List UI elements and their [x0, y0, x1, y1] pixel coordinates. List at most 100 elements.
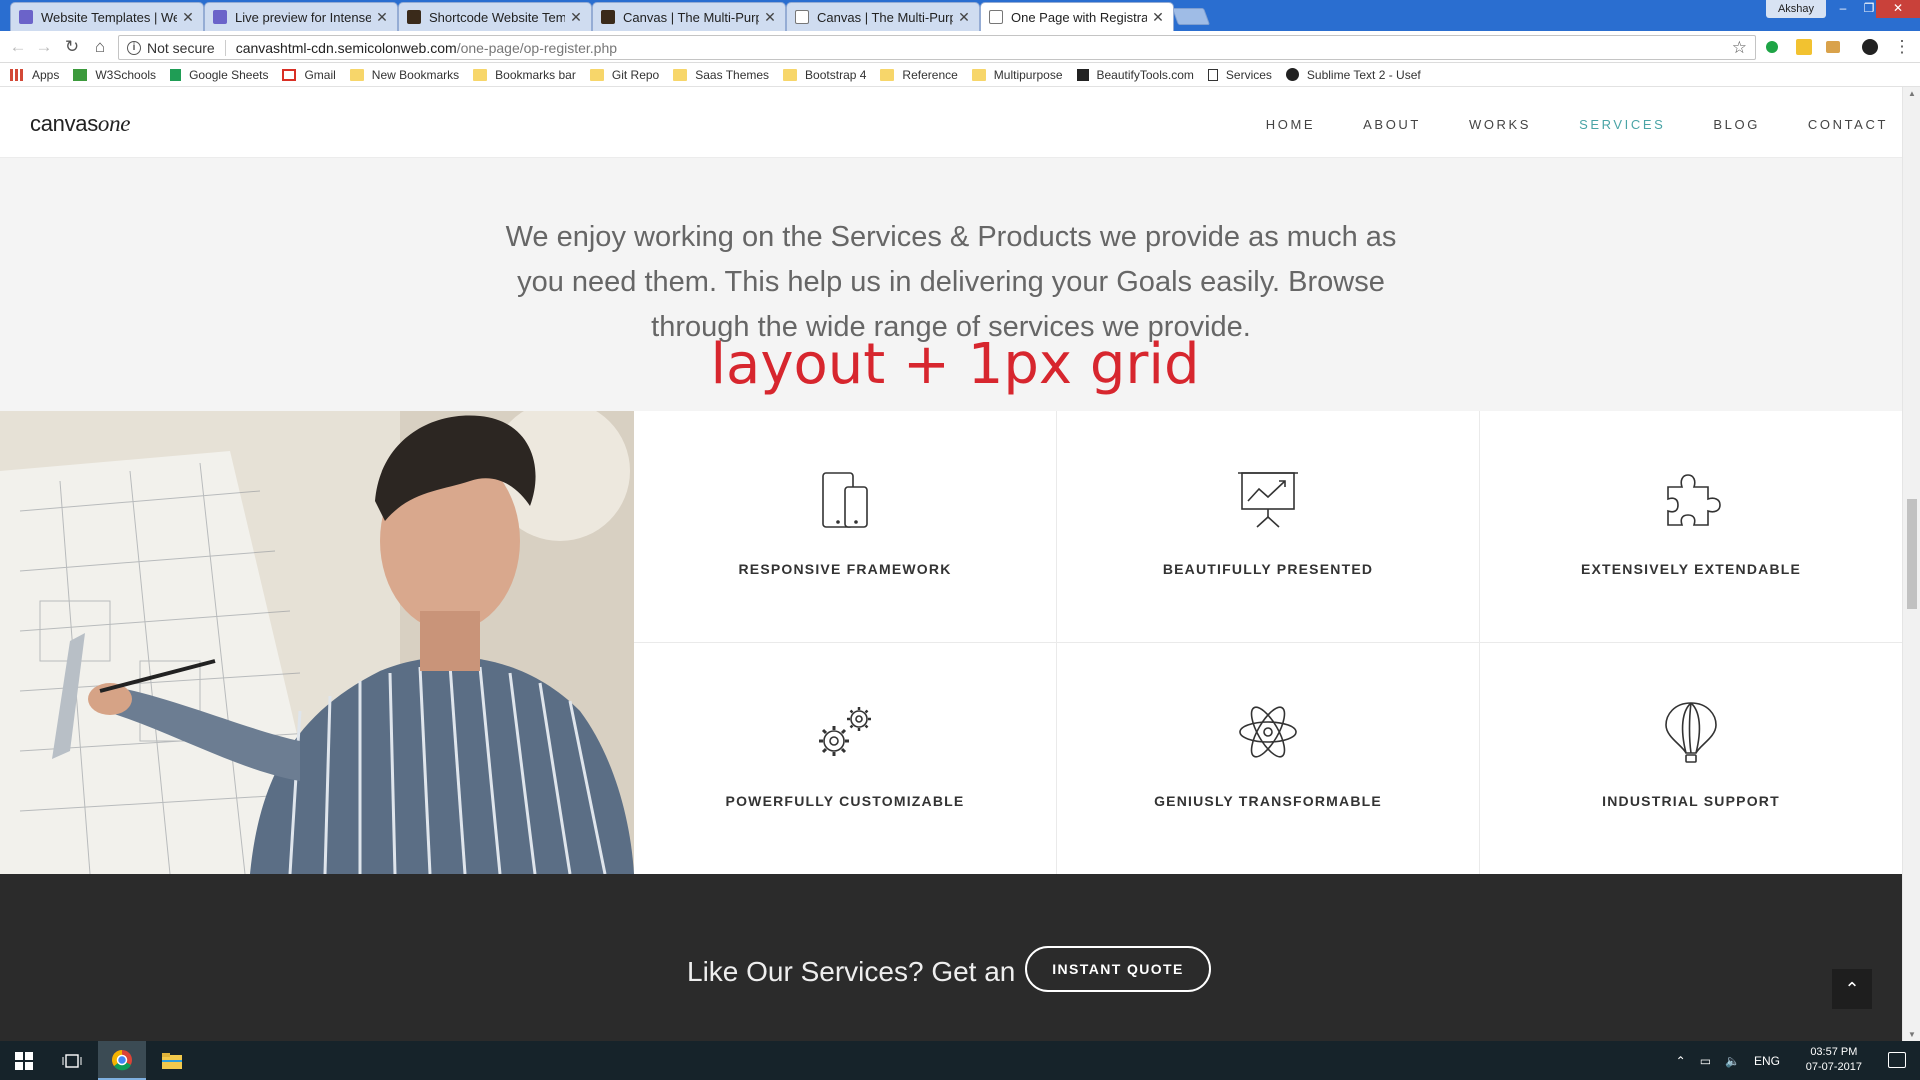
browser-tab[interactable]: Live preview for Intense ✕	[204, 2, 398, 31]
bookmark-gmail[interactable]: Gmail	[282, 67, 336, 82]
main-nav: HOME ABOUT WORKS SERVICES BLOG CONTACT	[1218, 117, 1888, 132]
home-icon[interactable]: ⌂	[90, 37, 110, 57]
services-intro: We enjoy working on the Services & Produ…	[0, 215, 1902, 350]
close-window-icon[interactable]: ✕	[1876, 0, 1920, 18]
atom-icon	[1239, 706, 1297, 758]
bookmark-folder[interactable]: Bootstrap 4	[783, 68, 866, 82]
chevron-up-icon: ⌃	[1844, 979, 1860, 999]
address-bar[interactable]: i Not secure canvashtml-cdn.semicolonweb…	[118, 35, 1756, 60]
scroll-up-arrow-icon[interactable]: ▲	[1907, 89, 1917, 98]
task-view-button[interactable]	[48, 1041, 96, 1080]
nav-contact[interactable]: CONTACT	[1808, 117, 1888, 132]
notification-icon[interactable]	[1888, 1052, 1906, 1068]
nav-home[interactable]: HOME	[1266, 117, 1315, 132]
bookmark-star-icon[interactable]: ☆	[1732, 38, 1747, 58]
bookmark-folder[interactable]: Bookmarks bar	[473, 68, 576, 82]
browser-tab[interactable]: Canvas | The Multi-Purp ✕	[786, 2, 980, 31]
balloon-icon	[1665, 702, 1717, 763]
extension-green-icon[interactable]	[1766, 41, 1778, 53]
folder-icon	[589, 68, 604, 81]
instant-quote-button[interactable]: INSTANT QUOTE	[1025, 946, 1211, 992]
new-tab-button[interactable]	[1171, 8, 1211, 25]
logo-accent: one	[97, 111, 131, 136]
folder-icon	[162, 1052, 182, 1069]
close-tab-icon[interactable]: ✕	[1151, 9, 1165, 26]
service-label: POWERFULLY CUSTOMIZABLE	[725, 793, 965, 809]
page-scrollbar[interactable]: ▲ ▼	[1902, 87, 1920, 1041]
language-indicator[interactable]: ENG	[1754, 1054, 1780, 1068]
chevron-up-icon[interactable]: ⌃	[1676, 1054, 1686, 1068]
bookmark-folder[interactable]: Saas Themes	[673, 68, 769, 82]
close-tab-icon[interactable]: ✕	[569, 9, 583, 26]
browser-tab-active[interactable]: One Page with Registrati ✕	[980, 2, 1174, 31]
bookmark-folder[interactable]: Git Repo	[589, 67, 660, 82]
security-label[interactable]: Not secure	[147, 39, 226, 56]
scroll-down-arrow-icon[interactable]: ▼	[1907, 1030, 1917, 1039]
designer-photo	[0, 411, 634, 874]
close-tab-icon[interactable]: ✕	[181, 9, 195, 26]
sheets-icon	[170, 68, 182, 81]
menu-icon[interactable]: ⋮	[1892, 37, 1912, 57]
extension-star-icon[interactable]	[1796, 39, 1812, 55]
nav-about[interactable]: ABOUT	[1363, 117, 1421, 132]
folder-icon	[673, 68, 688, 81]
nav-services[interactable]: SERVICES	[1579, 117, 1665, 132]
service-item: EXTENSIVELY EXTENDABLE	[1480, 411, 1902, 642]
service-item: RESPONSIVE FRAMEWORK	[634, 411, 1056, 642]
page-viewport: canvasone HOME ABOUT WORKS SERVICES BLOG…	[0, 87, 1902, 1041]
logo-main: canvas	[30, 111, 98, 136]
profile-button[interactable]: Akshay	[1766, 0, 1826, 18]
bookmark-apps[interactable]: Apps	[10, 68, 59, 82]
browser-tab[interactable]: Shortcode Website Temp ✕	[398, 2, 592, 31]
volume-icon[interactable]: 🔈	[1725, 1054, 1740, 1068]
file-explorer-button[interactable]	[148, 1041, 196, 1080]
clock[interactable]: 03:57 PM 07-07-2017	[1806, 1045, 1862, 1075]
bookmark-label: BeautifyTools.com	[1096, 67, 1194, 82]
start-button[interactable]	[0, 1041, 48, 1080]
service-label: RESPONSIVE FRAMEWORK	[738, 561, 952, 577]
tab-title: One Page with Registrati	[1011, 9, 1147, 25]
network-icon[interactable]: ▭	[1700, 1054, 1711, 1068]
browser-tab[interactable]: Canvas | The Multi-Purp ✕	[592, 2, 786, 31]
chrome-taskbar-button[interactable]	[98, 1041, 146, 1080]
clock-time: 03:57 PM	[1810, 1046, 1858, 1058]
back-arrow-icon[interactable]: ←	[8, 37, 28, 57]
close-tab-icon[interactable]: ✕	[763, 9, 777, 26]
bookmark-beautifytools[interactable]: BeautifyTools.com	[1076, 67, 1194, 82]
bookmark-google-sheets[interactable]: Google Sheets	[170, 68, 268, 82]
bookmark-folder[interactable]: Multipurpose	[971, 67, 1063, 82]
reload-icon[interactable]: ↻	[62, 37, 82, 57]
bookmark-label: Multipurpose	[993, 67, 1063, 82]
nav-blog[interactable]: BLOG	[1713, 117, 1760, 132]
annotation-overlay: layout + 1px grid	[710, 332, 1200, 397]
folder-icon	[783, 68, 798, 81]
site-favicon-icon	[19, 10, 33, 24]
browser-tab[interactable]: Website Templates | Web ✕	[10, 2, 204, 31]
site-logo[interactable]: canvasone	[30, 111, 131, 137]
info-icon[interactable]: i	[127, 40, 141, 55]
bookmark-w3schools[interactable]: W3Schools	[73, 68, 156, 82]
forward-arrow-icon[interactable]: →	[34, 37, 54, 57]
go-to-top-button[interactable]: ⌃	[1832, 969, 1872, 1009]
url-host: canvashtml-cdn.semicolonweb.com	[235, 39, 457, 56]
tab-title: Shortcode Website Temp	[429, 9, 565, 25]
close-tab-icon[interactable]: ✕	[375, 9, 389, 26]
windows-taskbar: ⌃ ▭ 🔈 ENG 03:57 PM 07-07-2017	[0, 1041, 1920, 1080]
close-tab-icon[interactable]: ✕	[957, 9, 971, 26]
scrollbar-thumb[interactable]	[1907, 499, 1917, 609]
windows-logo-icon	[15, 1051, 33, 1070]
browser-toolbar: ← → ↻ ⌂ i Not secure canvashtml-cdn.semi…	[0, 31, 1920, 63]
extension-flag-icon[interactable]	[1826, 41, 1840, 53]
bookmark-services[interactable]: Services	[1207, 68, 1272, 82]
page-favicon-icon	[795, 10, 809, 24]
bookmark-folder[interactable]: New Bookmarks	[349, 68, 459, 82]
bookmark-label: Gmail	[304, 67, 336, 82]
bookmark-sublime[interactable]: Sublime Text 2 - Usef	[1285, 68, 1421, 82]
url-path: /one-page/op-register.php	[456, 39, 618, 56]
bookmark-folder[interactable]: Reference	[880, 68, 958, 82]
service-label: EXTENSIVELY EXTENDABLE	[1580, 561, 1802, 577]
bookmark-label: Git Repo	[611, 67, 660, 82]
extension-dark-icon[interactable]	[1862, 39, 1878, 55]
minimize-icon[interactable]: –	[1830, 0, 1856, 18]
nav-works[interactable]: WORKS	[1469, 117, 1531, 132]
